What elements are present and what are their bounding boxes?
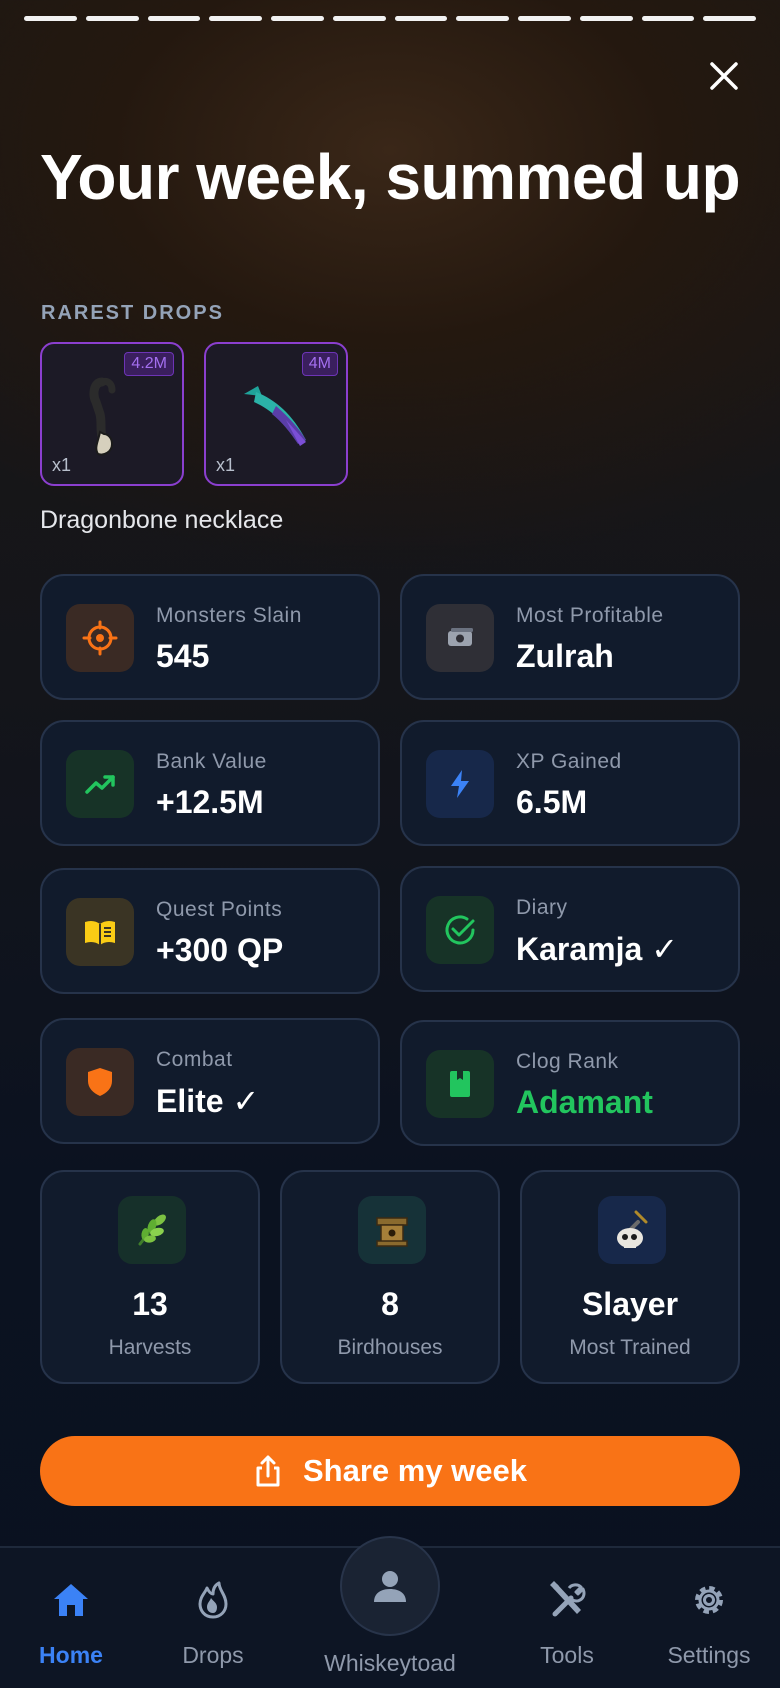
lightning-icon xyxy=(426,750,494,818)
stat-card-monsters-slain[interactable]: Monsters Slain 545 xyxy=(40,574,380,700)
selected-drop-name: Dragonbone necklace xyxy=(40,506,284,534)
small-stat-value: 8 xyxy=(381,1286,399,1322)
home-icon xyxy=(51,1580,91,1620)
stat-card-quest-points[interactable]: Quest Points +300 QP xyxy=(40,868,380,994)
herb-icon xyxy=(118,1196,186,1264)
stat-label: Clog Rank xyxy=(516,1050,619,1073)
story-segment xyxy=(579,16,633,21)
stat-card-diary[interactable]: Diary Karamja ✓ xyxy=(400,866,740,992)
nav-label-settings: Settings xyxy=(667,1642,751,1668)
cash-icon xyxy=(426,604,494,672)
stat-value: +12.5M xyxy=(156,784,264,820)
birdhouse-icon xyxy=(358,1196,426,1264)
story-segment xyxy=(456,16,509,21)
stat-card-xp-gained[interactable]: XP Gained 6.5M xyxy=(400,720,740,846)
tools-icon xyxy=(547,1580,587,1620)
stat-value: 6.5M xyxy=(516,784,588,820)
close-button[interactable] xyxy=(700,52,748,100)
stat-label: Diary xyxy=(516,896,568,919)
story-segment xyxy=(394,16,448,21)
stat-label: Monsters Slain xyxy=(156,604,302,627)
stat-card-clog-rank[interactable]: Clog Rank Adamant xyxy=(400,1020,740,1146)
nav-item-drops[interactable]: Drops xyxy=(143,1548,283,1688)
drop-quantity: x1 xyxy=(52,455,72,475)
clog-book-icon xyxy=(426,1050,494,1118)
drop-quantity: x1 xyxy=(216,455,236,475)
nav-label-home: Home xyxy=(39,1642,103,1668)
nav-label-profile: Whiskeytoad xyxy=(324,1650,456,1676)
drop-price-badge: 4.2M xyxy=(124,352,174,376)
stat-card-combat[interactable]: Combat Elite ✓ xyxy=(40,1018,380,1144)
stat-card-bank-value[interactable]: Bank Value +12.5M xyxy=(40,720,380,846)
small-card-harvests[interactable]: 13 Harvests xyxy=(40,1170,260,1384)
small-stat-label: Harvests xyxy=(108,1336,192,1359)
story-segment xyxy=(703,16,756,21)
small-stat-value: Slayer xyxy=(581,1286,679,1322)
drop-card-2[interactable]: 4M x1 xyxy=(204,342,348,486)
story-segment xyxy=(518,16,571,21)
page-title: Your week, summed up xyxy=(39,141,741,213)
nav-label-drops: Drops xyxy=(182,1642,244,1668)
stat-value: +300 QP xyxy=(156,932,284,968)
story-progress-bars xyxy=(24,16,756,21)
stat-value: Elite ✓ xyxy=(156,1083,260,1119)
nav-label-tools: Tools xyxy=(540,1642,594,1668)
story-segment xyxy=(271,16,324,21)
check-circle-icon xyxy=(426,896,494,964)
slayer-skull-icon xyxy=(598,1196,666,1264)
profile-button[interactable] xyxy=(340,1536,440,1636)
stat-label: Quest Points xyxy=(156,898,283,921)
target-icon xyxy=(66,604,134,672)
stat-label: Combat xyxy=(156,1048,233,1071)
small-card-birdhouses[interactable]: 8 Birdhouses xyxy=(280,1170,500,1384)
story-segment xyxy=(332,16,386,21)
flame-icon xyxy=(193,1580,233,1620)
stat-value: 545 xyxy=(156,638,210,674)
drop-price-badge: 4M xyxy=(301,352,338,376)
nav-item-home[interactable]: Home xyxy=(1,1548,141,1688)
stat-value: Zulrah xyxy=(516,638,614,674)
nav-item-tools[interactable]: Tools xyxy=(497,1548,637,1688)
close-icon xyxy=(710,62,738,90)
trend-up-icon xyxy=(66,750,134,818)
story-segment xyxy=(85,16,139,21)
stat-value: Karamja ✓ xyxy=(516,931,678,967)
rarest-drops-list: 4.2M x1 4M x1 xyxy=(40,342,348,486)
gear-icon xyxy=(689,1580,729,1620)
rarest-drops-label: RAREST DROPS xyxy=(41,302,224,324)
stat-label: Bank Value xyxy=(156,750,267,773)
share-icon xyxy=(256,1455,280,1487)
share-my-week-button[interactable]: Share my week xyxy=(40,1436,740,1506)
person-icon xyxy=(374,1571,406,1602)
small-stat-label: Birdhouses xyxy=(337,1336,443,1359)
small-stat-value: 13 xyxy=(132,1286,168,1322)
shield-icon xyxy=(66,1048,134,1116)
book-icon xyxy=(66,898,134,966)
story-segment xyxy=(147,16,201,21)
drop-card-1[interactable]: 4.2M x1 xyxy=(40,342,184,486)
stat-label: Most Profitable xyxy=(516,604,664,627)
stat-card-most-profitable[interactable]: Most Profitable Zulrah xyxy=(400,574,740,700)
story-segment xyxy=(24,16,77,21)
nav-item-settings[interactable]: Settings xyxy=(639,1548,779,1688)
stat-label: XP Gained xyxy=(516,750,622,773)
story-segment xyxy=(209,16,262,21)
small-stat-label: Most Trained xyxy=(569,1336,691,1359)
story-segment xyxy=(641,16,695,21)
stat-value: Adamant xyxy=(516,1084,653,1120)
small-card-most-trained[interactable]: Slayer Most Trained xyxy=(520,1170,740,1384)
share-button-label: Share my week xyxy=(302,1453,528,1488)
